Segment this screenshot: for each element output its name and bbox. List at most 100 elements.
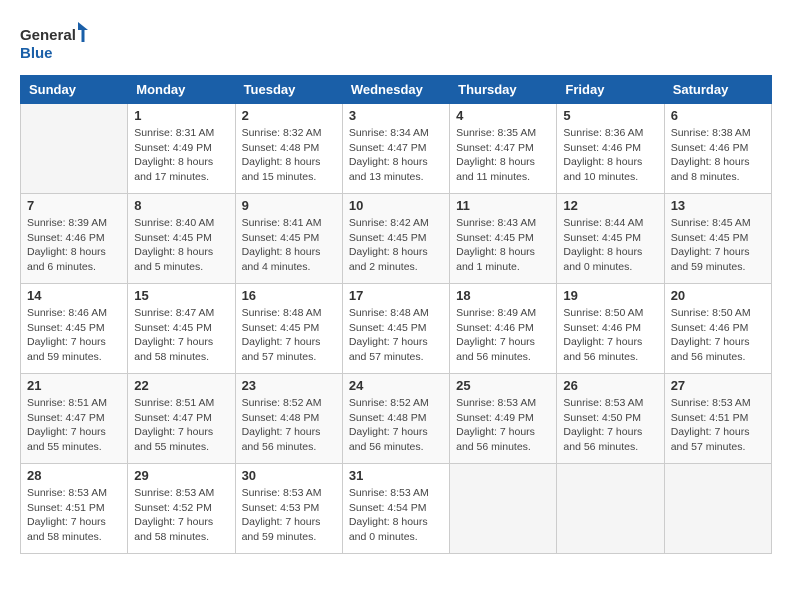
week-row-3: 14 Sunrise: 8:46 AMSunset: 4:45 PMDayligh… (21, 284, 772, 374)
day-number: 17 (349, 288, 443, 303)
day-info: Sunrise: 8:35 AMSunset: 4:47 PMDaylight:… (456, 126, 550, 185)
calendar-cell: 24 Sunrise: 8:52 AMSunset: 4:48 PMDayligh… (342, 374, 449, 464)
day-info: Sunrise: 8:48 AMSunset: 4:45 PMDaylight:… (242, 306, 336, 365)
day-number: 15 (134, 288, 228, 303)
day-number: 9 (242, 198, 336, 213)
day-number: 19 (563, 288, 657, 303)
logo: General Blue (20, 20, 90, 65)
day-info: Sunrise: 8:47 AMSunset: 4:45 PMDaylight:… (134, 306, 228, 365)
day-number: 5 (563, 108, 657, 123)
calendar-cell: 5Sunrise: 8:36 AMSunset: 4:46 PMDaylight… (557, 104, 664, 194)
day-info: Sunrise: 8:53 AMSunset: 4:51 PMDaylight:… (27, 486, 121, 545)
week-row-1: 1 Sunrise: 8:31 AMSunset: 4:49 PMDaylight… (21, 104, 772, 194)
header-sunday: Sunday (21, 76, 128, 104)
calendar-cell: 17 Sunrise: 8:48 AMSunset: 4:45 PMDayligh… (342, 284, 449, 374)
calendar-cell: 11Sunrise: 8:43 AMSunset: 4:45 PMDayligh… (450, 194, 557, 284)
day-number: 11 (456, 198, 550, 213)
day-number: 6 (671, 108, 765, 123)
calendar-cell: 25Sunrise: 8:53 AMSunset: 4:49 PMDayligh… (450, 374, 557, 464)
calendar-cell: 28Sunrise: 8:53 AMSunset: 4:51 PMDayligh… (21, 464, 128, 554)
day-info: Sunrise: 8:40 AMSunset: 4:45 PMDaylight:… (134, 216, 228, 275)
day-number: 10 (349, 198, 443, 213)
logo-svg: General Blue (20, 20, 90, 65)
calendar-table: SundayMondayTuesdayWednesdayThursdayFrid… (20, 75, 772, 554)
calendar-cell: 27 Sunrise: 8:53 AMSunset: 4:51 PMDayligh… (664, 374, 771, 464)
header-tuesday: Tuesday (235, 76, 342, 104)
day-number: 8 (134, 198, 228, 213)
calendar-cell (664, 464, 771, 554)
page-header: General Blue (20, 20, 772, 65)
calendar-header-row: SundayMondayTuesdayWednesdayThursdayFrid… (21, 76, 772, 104)
calendar-cell: 9 Sunrise: 8:41 AMSunset: 4:45 PMDaylight… (235, 194, 342, 284)
day-info: Sunrise: 8:44 AMSunset: 4:45 PMDaylight:… (563, 216, 657, 275)
day-info: Sunrise: 8:52 AMSunset: 4:48 PMDaylight:… (242, 396, 336, 455)
calendar-cell: 15 Sunrise: 8:47 AMSunset: 4:45 PMDayligh… (128, 284, 235, 374)
calendar-cell (21, 104, 128, 194)
day-number: 29 (134, 468, 228, 483)
day-info: Sunrise: 8:41 AMSunset: 4:45 PMDaylight:… (242, 216, 336, 275)
week-row-5: 28Sunrise: 8:53 AMSunset: 4:51 PMDayligh… (21, 464, 772, 554)
week-row-4: 21 Sunrise: 8:51 AMSunset: 4:47 PMDayligh… (21, 374, 772, 464)
day-number: 24 (349, 378, 443, 393)
day-number: 22 (134, 378, 228, 393)
header-monday: Monday (128, 76, 235, 104)
header-friday: Friday (557, 76, 664, 104)
day-number: 21 (27, 378, 121, 393)
calendar-cell: 23 Sunrise: 8:52 AMSunset: 4:48 PMDayligh… (235, 374, 342, 464)
calendar-cell: 22 Sunrise: 8:51 AMSunset: 4:47 PMDayligh… (128, 374, 235, 464)
calendar-cell: 6Sunrise: 8:38 AMSunset: 4:46 PMDaylight… (664, 104, 771, 194)
header-saturday: Saturday (664, 76, 771, 104)
day-info: Sunrise: 8:53 AMSunset: 4:50 PMDaylight:… (563, 396, 657, 455)
calendar-cell: 13 Sunrise: 8:45 AMSunset: 4:45 PMDayligh… (664, 194, 771, 284)
day-number: 18 (456, 288, 550, 303)
day-info: Sunrise: 8:31 AMSunset: 4:49 PMDaylight:… (134, 126, 228, 185)
calendar-cell (557, 464, 664, 554)
day-number: 2 (242, 108, 336, 123)
day-info: Sunrise: 8:34 AMSunset: 4:47 PMDaylight:… (349, 126, 443, 185)
day-info: Sunrise: 8:53 AMSunset: 4:49 PMDaylight:… (456, 396, 550, 455)
calendar-cell: 2 Sunrise: 8:32 AMSunset: 4:48 PMDaylight… (235, 104, 342, 194)
calendar-cell (450, 464, 557, 554)
day-number: 26 (563, 378, 657, 393)
day-info: Sunrise: 8:53 AMSunset: 4:53 PMDaylight:… (242, 486, 336, 545)
day-number: 3 (349, 108, 443, 123)
calendar-cell: 16 Sunrise: 8:48 AMSunset: 4:45 PMDayligh… (235, 284, 342, 374)
calendar-cell: 4Sunrise: 8:35 AMSunset: 4:47 PMDaylight… (450, 104, 557, 194)
calendar-cell: 26 Sunrise: 8:53 AMSunset: 4:50 PMDayligh… (557, 374, 664, 464)
calendar-cell: 1 Sunrise: 8:31 AMSunset: 4:49 PMDaylight… (128, 104, 235, 194)
day-info: Sunrise: 8:52 AMSunset: 4:48 PMDaylight:… (349, 396, 443, 455)
header-wednesday: Wednesday (342, 76, 449, 104)
day-info: Sunrise: 8:32 AMSunset: 4:48 PMDaylight:… (242, 126, 336, 185)
svg-text:General: General (20, 27, 76, 44)
calendar-cell: 29Sunrise: 8:53 AMSunset: 4:52 PMDayligh… (128, 464, 235, 554)
day-number: 23 (242, 378, 336, 393)
calendar-cell: 10 Sunrise: 8:42 AMSunset: 4:45 PMDayligh… (342, 194, 449, 284)
day-number: 7 (27, 198, 121, 213)
week-row-2: 7 Sunrise: 8:39 AMSunset: 4:46 PMDaylight… (21, 194, 772, 284)
day-info: Sunrise: 8:50 AMSunset: 4:46 PMDaylight:… (563, 306, 657, 365)
calendar-cell: 3 Sunrise: 8:34 AMSunset: 4:47 PMDaylight… (342, 104, 449, 194)
svg-text:Blue: Blue (20, 45, 53, 62)
day-info: Sunrise: 8:51 AMSunset: 4:47 PMDaylight:… (134, 396, 228, 455)
calendar-cell: 18 Sunrise: 8:49 AMSunset: 4:46 PMDayligh… (450, 284, 557, 374)
day-number: 1 (134, 108, 228, 123)
calendar-cell: 8 Sunrise: 8:40 AMSunset: 4:45 PMDaylight… (128, 194, 235, 284)
day-number: 31 (349, 468, 443, 483)
day-info: Sunrise: 8:53 AMSunset: 4:51 PMDaylight:… (671, 396, 765, 455)
day-info: Sunrise: 8:45 AMSunset: 4:45 PMDaylight:… (671, 216, 765, 275)
day-number: 12 (563, 198, 657, 213)
calendar-cell: 20Sunrise: 8:50 AMSunset: 4:46 PMDayligh… (664, 284, 771, 374)
day-info: Sunrise: 8:46 AMSunset: 4:45 PMDaylight:… (27, 306, 121, 365)
day-info: Sunrise: 8:53 AMSunset: 4:54 PMDaylight:… (349, 486, 443, 545)
day-number: 27 (671, 378, 765, 393)
day-info: Sunrise: 8:49 AMSunset: 4:46 PMDaylight:… (456, 306, 550, 365)
day-number: 13 (671, 198, 765, 213)
day-info: Sunrise: 8:39 AMSunset: 4:46 PMDaylight:… (27, 216, 121, 275)
calendar-cell: 12 Sunrise: 8:44 AMSunset: 4:45 PMDayligh… (557, 194, 664, 284)
calendar-cell: 19 Sunrise: 8:50 AMSunset: 4:46 PMDayligh… (557, 284, 664, 374)
day-number: 14 (27, 288, 121, 303)
day-number: 16 (242, 288, 336, 303)
day-info: Sunrise: 8:48 AMSunset: 4:45 PMDaylight:… (349, 306, 443, 365)
day-info: Sunrise: 8:42 AMSunset: 4:45 PMDaylight:… (349, 216, 443, 275)
calendar-cell: 14 Sunrise: 8:46 AMSunset: 4:45 PMDayligh… (21, 284, 128, 374)
